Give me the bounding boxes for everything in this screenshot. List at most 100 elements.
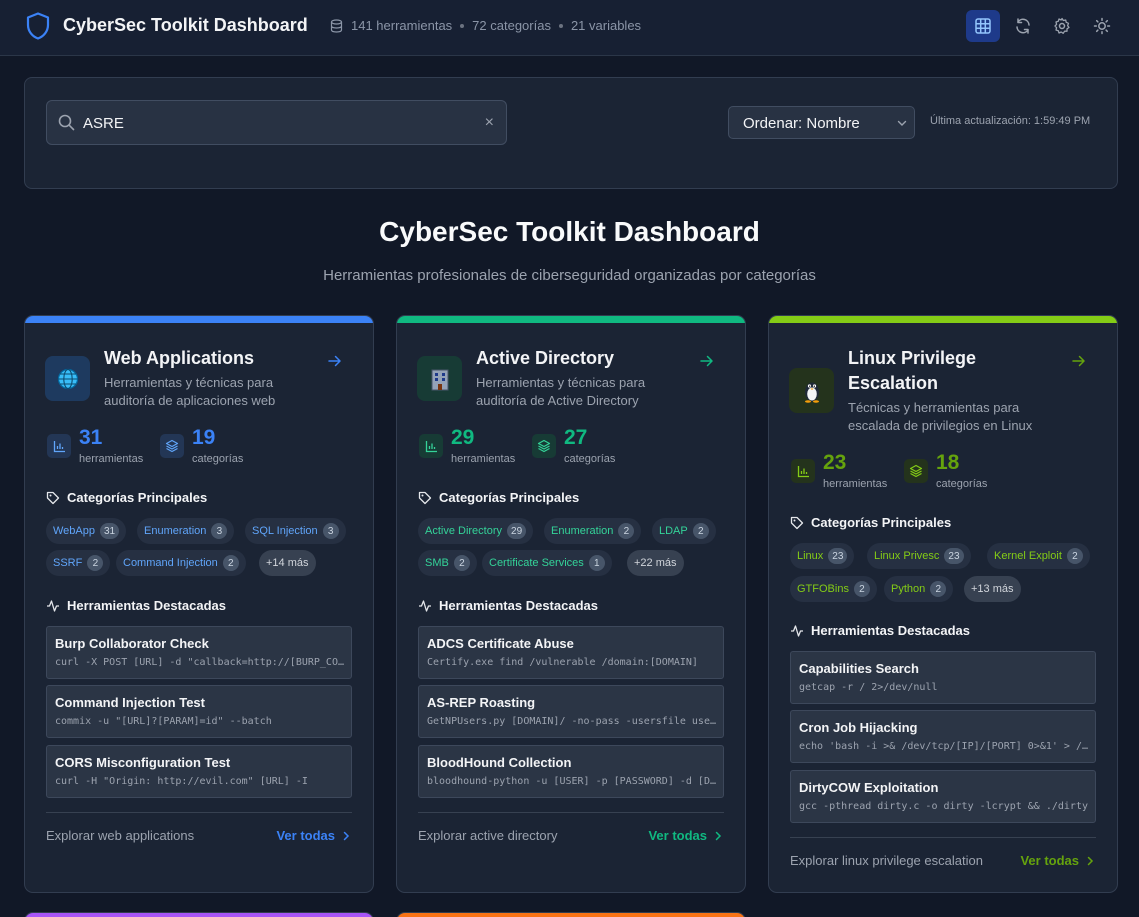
tag-count: 3 bbox=[211, 523, 228, 539]
theme-toggle-button[interactable] bbox=[1085, 10, 1119, 42]
search-input[interactable] bbox=[83, 112, 463, 134]
card-description: Técnicas y herramientas para escalada de… bbox=[848, 400, 1033, 433]
tag-label: LDAP bbox=[659, 525, 688, 537]
tag-chip[interactable]: Linux 23 bbox=[790, 543, 855, 569]
tag-count: 2 bbox=[930, 581, 947, 597]
tag-chip[interactable]: Certificate Services 1 bbox=[482, 550, 612, 576]
search-panel: × Ordenar: Nombre Última actualización: … bbox=[24, 77, 1118, 189]
sort-select-value: Ordenar: Nombre bbox=[743, 115, 860, 132]
top-bar: CyberSec Toolkit Dashboard 141 herramien… bbox=[0, 0, 1139, 56]
tag-chip[interactable]: Active Directory 29 bbox=[418, 518, 534, 544]
see-all-link[interactable]: Ver todas bbox=[648, 828, 723, 843]
see-all-label: Ver todas bbox=[1020, 853, 1079, 868]
featured-tools-heading: Herramientas Destacadas bbox=[790, 623, 970, 638]
more-tags-button[interactable]: +14 más bbox=[259, 550, 316, 576]
featured-tool[interactable]: AS-REP Roasting GetNPUsers.py [DOMAIN]/ -… bbox=[418, 685, 724, 738]
tool-name: Command Injection Test bbox=[55, 695, 205, 710]
tools-metric-value: 23 bbox=[823, 451, 847, 474]
categories-metric-value: 19 bbox=[192, 426, 216, 449]
card-accent-bar bbox=[25, 316, 373, 323]
more-tags-button[interactable]: +13 más bbox=[964, 576, 1021, 602]
tag-chip[interactable]: Python 2 bbox=[884, 576, 954, 602]
search-box[interactable]: × bbox=[46, 100, 507, 145]
main-categories-heading: Categorías Principales bbox=[418, 490, 579, 505]
category-card-linux-privilege-escalation[interactable]: Linux Privilege Escalation Técnicas y he… bbox=[768, 315, 1118, 893]
tag-chip[interactable]: Command Injection 2 bbox=[116, 550, 246, 576]
tools-metric-value: 29 bbox=[451, 426, 475, 449]
tag-label: Enumeration bbox=[551, 525, 614, 537]
divider bbox=[46, 812, 352, 813]
tool-name: CORS Misconfiguration Test bbox=[55, 755, 231, 770]
tag-chip[interactable]: GTFOBins 2 bbox=[790, 576, 877, 602]
arrow-right-icon[interactable] bbox=[1071, 353, 1087, 369]
tag-label: Command Injection bbox=[123, 557, 218, 569]
featured-tool[interactable]: ADCS Certificate Abuse Certify.exe find /… bbox=[418, 626, 724, 679]
tool-name: Cron Job Hijacking bbox=[799, 720, 918, 735]
category-card-active-directory[interactable]: Active Directory Herramientas y técnicas… bbox=[396, 315, 746, 893]
categories-metric-label: categorías bbox=[936, 478, 988, 490]
chevron-right-icon bbox=[715, 831, 722, 840]
featured-tool[interactable]: Command Injection Test commix -u "[URL]?[… bbox=[46, 685, 352, 738]
tool-name: Burp Collaborator Check bbox=[55, 636, 209, 651]
sort-select[interactable]: Ordenar: Nombre bbox=[728, 106, 915, 139]
section-label: Categorías Principales bbox=[439, 490, 580, 505]
more-tags-button[interactable]: +22 más bbox=[627, 550, 684, 576]
explore-link-text: Explorar linux privilege escalation bbox=[790, 853, 983, 868]
featured-tool[interactable]: Burp Collaborator Check curl -X POST [URL… bbox=[46, 626, 352, 679]
categories-metric-label: categorías bbox=[564, 453, 616, 465]
tag-chip[interactable]: SMB 2 bbox=[418, 550, 477, 576]
featured-tool[interactable]: CORS Misconfiguration Test curl -H "Origi… bbox=[46, 745, 352, 798]
see-all-link[interactable]: Ver todas bbox=[1020, 853, 1095, 868]
tag-chip[interactable]: Kernel Exploit 2 bbox=[987, 543, 1090, 569]
featured-tools-heading: Herramientas Destacadas bbox=[418, 598, 598, 613]
sun-icon bbox=[1093, 17, 1111, 35]
category-card-web-applications[interactable]: Web Applications Herramientas y técnicas… bbox=[24, 315, 374, 893]
tag-chip[interactable]: SQL Injection 3 bbox=[245, 518, 346, 544]
category-card-partial[interactable] bbox=[24, 912, 374, 917]
featured-tool[interactable]: Cron Job Hijacking echo 'bash -i >& /dev/… bbox=[790, 710, 1096, 763]
card-description: Herramientas y técnicas para auditoría d… bbox=[104, 375, 276, 408]
tag-label: Linux bbox=[797, 550, 824, 562]
database-icon bbox=[330, 18, 343, 33]
tag-count: 2 bbox=[453, 555, 470, 571]
categories-count: 72 categorías bbox=[472, 18, 551, 33]
grid-view-button[interactable] bbox=[966, 10, 1000, 42]
category-card-partial[interactable] bbox=[396, 912, 746, 917]
arrow-right-icon[interactable] bbox=[327, 353, 343, 369]
tag-chip[interactable]: SSRF 2 bbox=[46, 550, 111, 576]
divider bbox=[790, 837, 1096, 838]
separator-dot bbox=[558, 23, 563, 28]
tag-label: Active Directory bbox=[425, 525, 503, 537]
bar-chart-icon bbox=[47, 434, 71, 458]
activity-icon bbox=[419, 599, 431, 612]
card-title: Linux Privilege Escalation bbox=[848, 348, 977, 393]
featured-tool[interactable]: BloodHound Collection bloodhound-python -… bbox=[418, 745, 724, 798]
chevron-down-icon bbox=[897, 120, 907, 126]
tag-chip[interactable]: Linux Privesc 23 bbox=[867, 543, 971, 569]
arrow-right-icon[interactable] bbox=[699, 353, 715, 369]
tool-command: GetNPUsers.py [DOMAIN]/ -no-pass -usersf… bbox=[427, 716, 717, 727]
tag-chip[interactable]: Enumeration 3 bbox=[137, 518, 235, 544]
see-all-link[interactable]: Ver todas bbox=[276, 828, 351, 843]
tool-command: getcap -r / 2>/dev/null bbox=[799, 682, 938, 693]
tag-chip[interactable]: LDAP 2 bbox=[652, 518, 716, 544]
tag-label: Certificate Services bbox=[489, 557, 584, 569]
page-title: CyberSec Toolkit Dashboard bbox=[379, 216, 760, 247]
page-subtitle: Herramientas profesionales de cibersegur… bbox=[323, 267, 816, 284]
refresh-icon bbox=[1016, 18, 1030, 34]
explore-link-text: Explorar active directory bbox=[418, 828, 558, 843]
refresh-button[interactable] bbox=[1006, 10, 1040, 42]
tag-count: 2 bbox=[853, 581, 870, 597]
featured-tool[interactable]: DirtyCOW Exploitation gcc -pthread dirty.… bbox=[790, 770, 1096, 823]
clear-search-button[interactable]: × bbox=[485, 115, 494, 131]
featured-tool[interactable]: Capabilities Search getcap -r / 2>/dev/nu… bbox=[790, 651, 1096, 704]
tag-count: 2 bbox=[222, 555, 239, 571]
card-accent-bar bbox=[25, 913, 373, 917]
categories-metric-value: 27 bbox=[564, 426, 588, 449]
tag-chip[interactable]: WebApp 31 bbox=[46, 518, 127, 544]
last-updated: Última actualización: 1:59:49 PM bbox=[930, 115, 1091, 127]
separator-dot bbox=[460, 23, 465, 28]
penguin-icon bbox=[789, 368, 834, 413]
tag-chip[interactable]: Enumeration 2 bbox=[544, 518, 642, 544]
settings-button[interactable] bbox=[1045, 10, 1079, 42]
